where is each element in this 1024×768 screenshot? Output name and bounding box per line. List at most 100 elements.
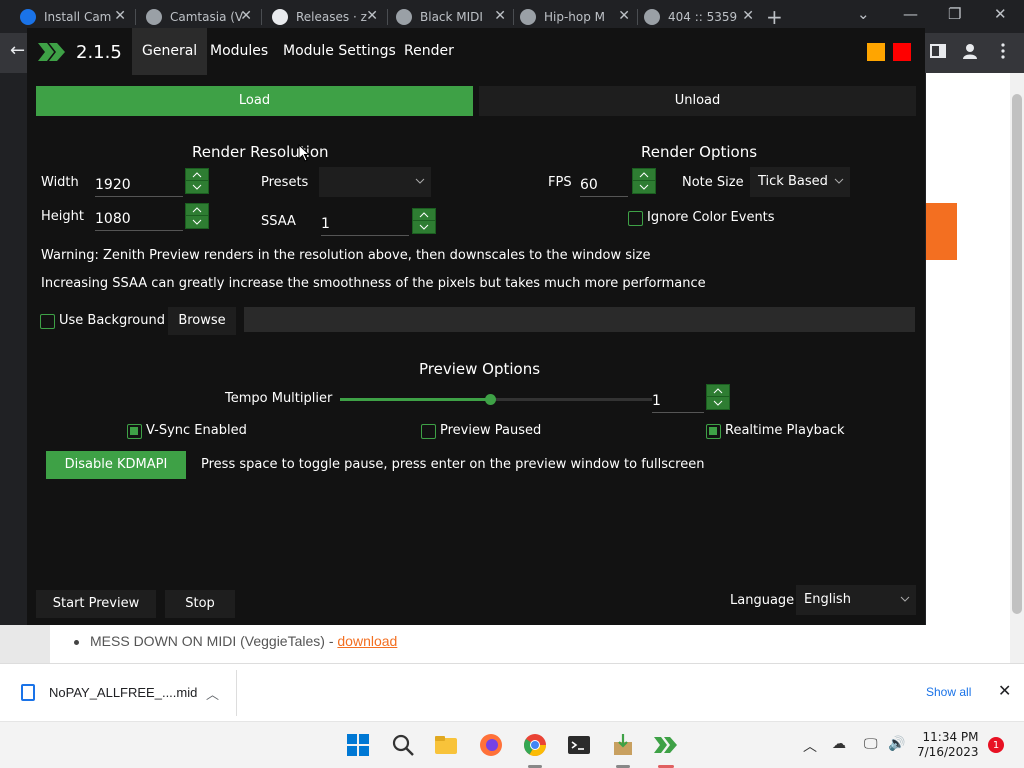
close-icon[interactable]: ✕ xyxy=(366,8,378,24)
fps-stepper[interactable] xyxy=(632,168,656,194)
background-path-field[interactable] xyxy=(244,307,915,332)
close-icon[interactable]: ✕ xyxy=(240,8,252,24)
width-input[interactable]: 1920 xyxy=(95,171,183,197)
notification-badge[interactable]: 1 xyxy=(988,737,1004,753)
use-background-label: Use Background xyxy=(59,313,165,328)
close-icon[interactable]: ✕ xyxy=(494,8,506,24)
tempo-slider-thumb[interactable] xyxy=(485,394,496,405)
ignore-color-events-label: Ignore Color Events xyxy=(647,210,775,225)
webpage-banner xyxy=(926,203,957,260)
chrome-icon[interactable] xyxy=(522,732,548,758)
close-icon[interactable]: ✕ xyxy=(742,8,754,24)
scrollbar-thumb[interactable] xyxy=(1012,94,1022,614)
preview-options-title: Preview Options xyxy=(419,360,541,378)
chevron-up-icon[interactable]: ︿ xyxy=(206,684,219,703)
chevron-up-icon[interactable]: ︿ xyxy=(803,736,817,756)
app-title-bar: 2.1.5 General Modules Module Settings Re… xyxy=(27,28,925,75)
back-arrow-icon[interactable]: ← xyxy=(10,40,25,61)
firefox-icon[interactable] xyxy=(478,732,504,758)
maximize-icon[interactable]: ❐ xyxy=(948,5,961,23)
load-button[interactable]: Load xyxy=(36,86,473,116)
close-icon[interactable]: ✕ xyxy=(114,8,126,24)
tempo-stepper[interactable] xyxy=(706,384,730,410)
ssaa-info-text: Increasing SSAA can greatly increase the… xyxy=(41,276,706,291)
fps-input[interactable]: 60 xyxy=(580,171,628,197)
preview-paused-checkbox[interactable] xyxy=(421,424,436,439)
chevron-down-icon[interactable] xyxy=(186,181,208,193)
ssaa-input[interactable]: 1 xyxy=(321,210,409,236)
new-tab-button[interactable]: + xyxy=(766,5,783,29)
file-icon xyxy=(21,684,35,701)
close-square[interactable] xyxy=(893,43,911,61)
disable-kdmapi-button[interactable]: Disable KDMAPI xyxy=(46,451,186,479)
tab-modules[interactable]: Modules xyxy=(200,28,278,75)
warning-text: Warning: Zenith Preview renders in the r… xyxy=(41,248,651,263)
note-size-dropdown[interactable]: Tick Based xyxy=(750,167,850,197)
minimize-square[interactable] xyxy=(867,43,885,61)
file-explorer-icon[interactable] xyxy=(433,732,459,758)
windows-start-icon[interactable] xyxy=(345,732,371,758)
realtime-playback-checkbox[interactable] xyxy=(706,424,721,439)
close-icon[interactable]: ✕ xyxy=(618,8,630,24)
height-input[interactable]: 1080 xyxy=(95,205,183,231)
mouse-cursor-icon xyxy=(298,144,310,162)
use-background-checkbox[interactable] xyxy=(40,314,55,329)
zenith-app-icon[interactable] xyxy=(653,732,679,758)
chevron-down-icon[interactable] xyxy=(707,397,729,409)
vsync-checkbox[interactable] xyxy=(127,424,142,439)
chevron-up-icon[interactable] xyxy=(707,385,729,397)
download-link[interactable]: download xyxy=(337,633,397,649)
list-item: MESS DOWN ON MIDI (VeggieTales) - downlo… xyxy=(90,633,397,649)
sidebar-icon[interactable] xyxy=(929,42,947,60)
download-file-name[interactable]: NoPAY_ALLFREE_....mid xyxy=(49,685,197,700)
chevron-up-icon[interactable] xyxy=(186,169,208,181)
volume-icon[interactable]: 🔊 xyxy=(888,736,905,752)
ssaa-stepper[interactable] xyxy=(412,208,436,234)
terminal-icon[interactable] xyxy=(566,732,592,758)
close-icon[interactable]: ✕ xyxy=(998,681,1011,700)
webpage-content xyxy=(926,73,1010,663)
stop-button[interactable]: Stop xyxy=(165,590,235,618)
show-all-link[interactable]: Show all xyxy=(926,685,971,699)
render-options-title: Render Options xyxy=(641,143,758,161)
minimize-icon[interactable]: — xyxy=(903,5,918,23)
zenith-window: 2.1.5 General Modules Module Settings Re… xyxy=(27,28,925,625)
tab-separator xyxy=(135,9,136,25)
chevron-up-icon[interactable] xyxy=(186,204,208,216)
onedrive-icon[interactable]: ☁ xyxy=(832,736,846,752)
note-size-label: Note Size xyxy=(682,175,744,190)
tab-search-icon[interactable]: ⌄ xyxy=(857,5,870,23)
chevron-up-icon[interactable] xyxy=(633,169,655,181)
unload-button[interactable]: Unload xyxy=(479,86,916,116)
more-menu-icon[interactable] xyxy=(994,42,1012,60)
height-label: Height xyxy=(41,209,84,224)
profile-icon[interactable] xyxy=(961,42,979,60)
language-value: English xyxy=(804,592,851,607)
webpage-margin xyxy=(0,625,50,663)
presets-dropdown[interactable] xyxy=(319,167,431,197)
installer-icon[interactable] xyxy=(610,732,636,758)
height-stepper[interactable] xyxy=(185,203,209,229)
browse-button[interactable]: Browse xyxy=(168,307,236,335)
tab-general[interactable]: General xyxy=(132,28,208,75)
close-window-icon[interactable]: ✕ xyxy=(994,5,1007,23)
tab-render[interactable]: Render xyxy=(394,28,464,75)
system-clock[interactable]: 11:34 PM 7/16/2023 xyxy=(917,730,979,760)
search-icon[interactable] xyxy=(390,732,416,758)
language-dropdown[interactable]: English xyxy=(796,585,916,615)
chevron-up-icon[interactable] xyxy=(413,209,435,221)
width-label: Width xyxy=(41,175,79,190)
start-preview-button[interactable]: Start Preview xyxy=(36,590,156,618)
list-item-text: MESS DOWN ON MIDI (VeggieTales) - xyxy=(90,633,338,649)
tab-module-settings[interactable]: Module Settings xyxy=(273,28,406,75)
ignore-color-events-checkbox[interactable] xyxy=(628,211,643,226)
globe-icon xyxy=(396,8,412,25)
width-stepper[interactable] xyxy=(185,168,209,194)
network-icon[interactable]: 🖵 xyxy=(864,736,878,752)
chevron-down-icon[interactable] xyxy=(413,221,435,233)
tempo-input[interactable]: 1 xyxy=(652,387,704,413)
chevron-down-icon[interactable] xyxy=(633,181,655,193)
windows-taskbar: ︿ ☁ 🖵 🔊 11:34 PM 7/16/2023 1 xyxy=(0,721,1024,768)
realtime-playback-label: Realtime Playback xyxy=(725,423,845,438)
chevron-down-icon[interactable] xyxy=(186,216,208,228)
